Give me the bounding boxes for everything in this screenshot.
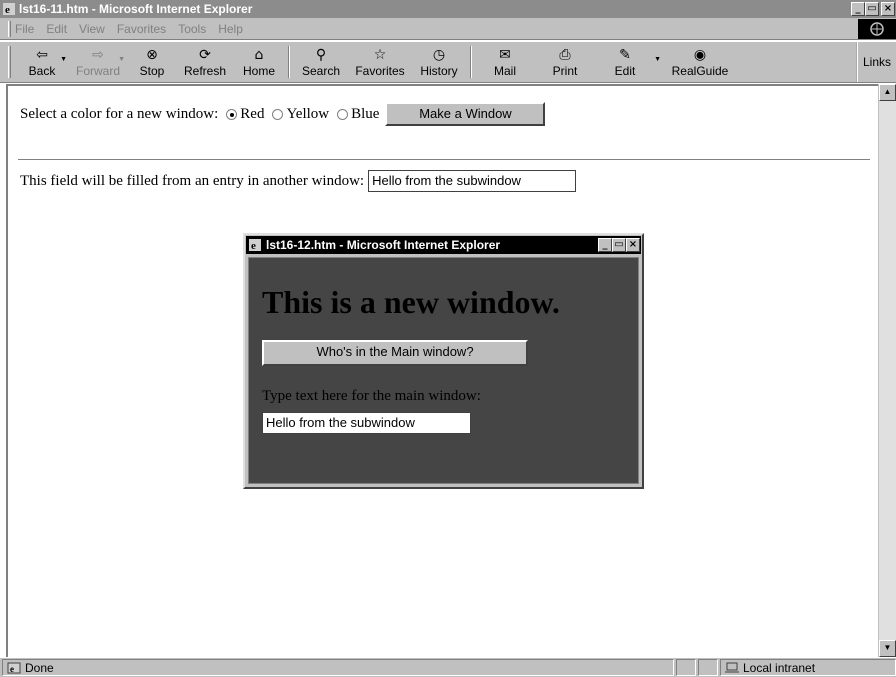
sub-window-title: lst16-12.htm - Microsoft Internet Explor… — [266, 238, 501, 252]
print-button[interactable]: ⎙ Print — [535, 42, 595, 82]
radio-yellow-label: Yellow — [286, 105, 330, 122]
color-selection-row: Select a color for a new window: Red Yel… — [20, 102, 546, 126]
svg-text:e: e — [10, 664, 14, 674]
ie-logo-icon: e — [3, 3, 15, 16]
search-icon: ⚲ — [315, 47, 327, 63]
refresh-label: Refresh — [183, 64, 227, 78]
menu-grip[interactable] — [8, 20, 11, 37]
mail-icon: ✉ — [499, 47, 511, 63]
favorites-label: Favorites — [355, 64, 405, 78]
menu-bar: File Edit View Favorites Tools Help — [0, 18, 896, 40]
scroll-down-icon[interactable]: ▼ — [879, 640, 896, 657]
history-button[interactable]: ◷ History — [411, 42, 467, 82]
radio-red[interactable] — [226, 108, 238, 120]
status-cell — [698, 659, 718, 676]
minimize-button[interactable]: _ — [851, 2, 865, 16]
type-prompt: Type text here for the main window: — [262, 388, 481, 404]
favorites-icon: ☆ — [373, 47, 387, 63]
zone-text: Local intranet — [743, 660, 816, 675]
svg-text:e: e — [251, 240, 256, 252]
field-row: This field will be filled from an entry … — [20, 170, 577, 192]
favorites-button[interactable]: ☆ Favorites — [349, 42, 411, 82]
forward-arrow-icon: ⇨ — [92, 47, 104, 63]
stop-icon: ⊗ — [146, 47, 158, 63]
status-cell — [676, 659, 696, 676]
realguide-icon: ◉ — [693, 47, 707, 63]
window-title-bar[interactable]: e lst16-11.htm - Microsoft Internet Expl… — [0, 0, 896, 18]
edit-button[interactable]: ✎ Edit ▼ — [595, 42, 661, 82]
menu-help[interactable]: Help — [218, 22, 243, 36]
menu-favorites[interactable]: Favorites — [117, 22, 166, 36]
forward-button[interactable]: ⇨ Forward ▼ — [69, 42, 127, 82]
whos-in-main-window-button[interactable]: Who's in the Main window? — [262, 340, 528, 366]
menu-view[interactable]: View — [79, 22, 105, 36]
ie-logo-icon: e — [249, 239, 261, 252]
close-button[interactable]: × — [881, 2, 895, 16]
radio-yellow[interactable] — [272, 108, 284, 120]
status-bar: e Done Local intranet — [0, 657, 896, 677]
maximize-button[interactable]: ▭ — [865, 2, 879, 16]
radio-red-label: Red — [240, 105, 265, 122]
forward-dropdown-icon[interactable]: ▼ — [118, 56, 125, 63]
sub-window-title-bar[interactable]: e lst16-12.htm - Microsoft Internet Expl… — [246, 236, 641, 254]
search-label: Search — [301, 64, 341, 78]
mail-label: Mail — [493, 64, 516, 78]
field-prompt: This field will be filled from an entry … — [20, 172, 365, 189]
refresh-button[interactable]: ⟳ Refresh — [177, 42, 233, 82]
svg-text:e: e — [5, 4, 10, 16]
home-button[interactable]: ⌂ Home — [233, 42, 285, 82]
menu-tools[interactable]: Tools — [178, 22, 206, 36]
scroll-up-icon[interactable]: ▲ — [879, 84, 896, 101]
mail-button[interactable]: ✉ Mail — [475, 42, 535, 82]
back-label: Back — [28, 64, 56, 78]
radio-blue-label: Blue — [351, 105, 380, 122]
security-zone: Local intranet — [720, 659, 896, 676]
intranet-icon — [725, 662, 739, 673]
make-window-button[interactable]: Make a Window — [385, 102, 546, 126]
edit-icon: ✎ — [619, 47, 631, 63]
back-arrow-icon: ⇦ — [36, 47, 48, 63]
print-icon: ⎙ — [559, 47, 571, 63]
history-icon: ◷ — [432, 47, 446, 63]
sub-window-heading: This is a new window. — [262, 284, 560, 320]
radio-blue[interactable] — [337, 108, 349, 120]
search-button[interactable]: ⚲ Search — [293, 42, 349, 82]
refresh-icon: ⟳ — [199, 47, 211, 63]
forward-label: Forward — [75, 64, 120, 78]
realguide-button[interactable]: ◉ RealGuide — [663, 42, 737, 82]
page-done-icon: e — [7, 662, 21, 674]
toolbar-separator — [470, 46, 472, 78]
window-title: lst16-11.htm - Microsoft Internet Explor… — [19, 2, 253, 16]
color-prompt: Select a color for a new window: — [20, 105, 219, 122]
print-label: Print — [552, 64, 578, 78]
menu-file[interactable]: File — [15, 22, 34, 36]
horizontal-rule — [18, 159, 870, 161]
sub-minimize-button[interactable]: _ — [598, 238, 612, 252]
home-label: Home — [242, 64, 275, 78]
status-text: Done — [25, 660, 54, 675]
sub-window[interactable]: e lst16-12.htm - Microsoft Internet Expl… — [243, 233, 644, 489]
back-button[interactable]: ⇦ Back ▼ — [15, 42, 69, 82]
stop-label: Stop — [139, 64, 165, 78]
sub-maximize-button[interactable]: ▭ — [612, 238, 626, 252]
menu-edit[interactable]: Edit — [46, 22, 67, 36]
edit-label: Edit — [614, 64, 636, 78]
status-main: e Done — [2, 659, 674, 676]
home-icon: ⌂ — [254, 47, 264, 63]
toolbar-separator — [288, 46, 290, 78]
toolbar-grip[interactable] — [8, 46, 11, 78]
edit-dropdown-icon[interactable]: ▼ — [654, 56, 661, 63]
sub-window-text-field[interactable]: Hello from the subwindow — [262, 412, 471, 434]
throbber-icon — [858, 19, 896, 39]
sub-window-content: This is a new window. Who's in the Main … — [248, 257, 639, 484]
stop-button[interactable]: ⊗ Stop — [127, 42, 177, 82]
sub-close-button[interactable]: × — [626, 238, 640, 252]
links-button[interactable]: Links — [856, 42, 896, 82]
vertical-scrollbar[interactable]: ▲ ▼ — [878, 84, 896, 657]
main-window-text-field[interactable]: Hello from the subwindow — [368, 170, 577, 192]
back-dropdown-icon[interactable]: ▼ — [60, 56, 67, 63]
toolbar: ⇦ Back ▼ ⇨ Forward ▼ ⊗ Stop ⟳ Refresh ⌂ … — [0, 41, 896, 83]
realguide-label: RealGuide — [671, 64, 729, 78]
history-label: History — [420, 64, 458, 78]
